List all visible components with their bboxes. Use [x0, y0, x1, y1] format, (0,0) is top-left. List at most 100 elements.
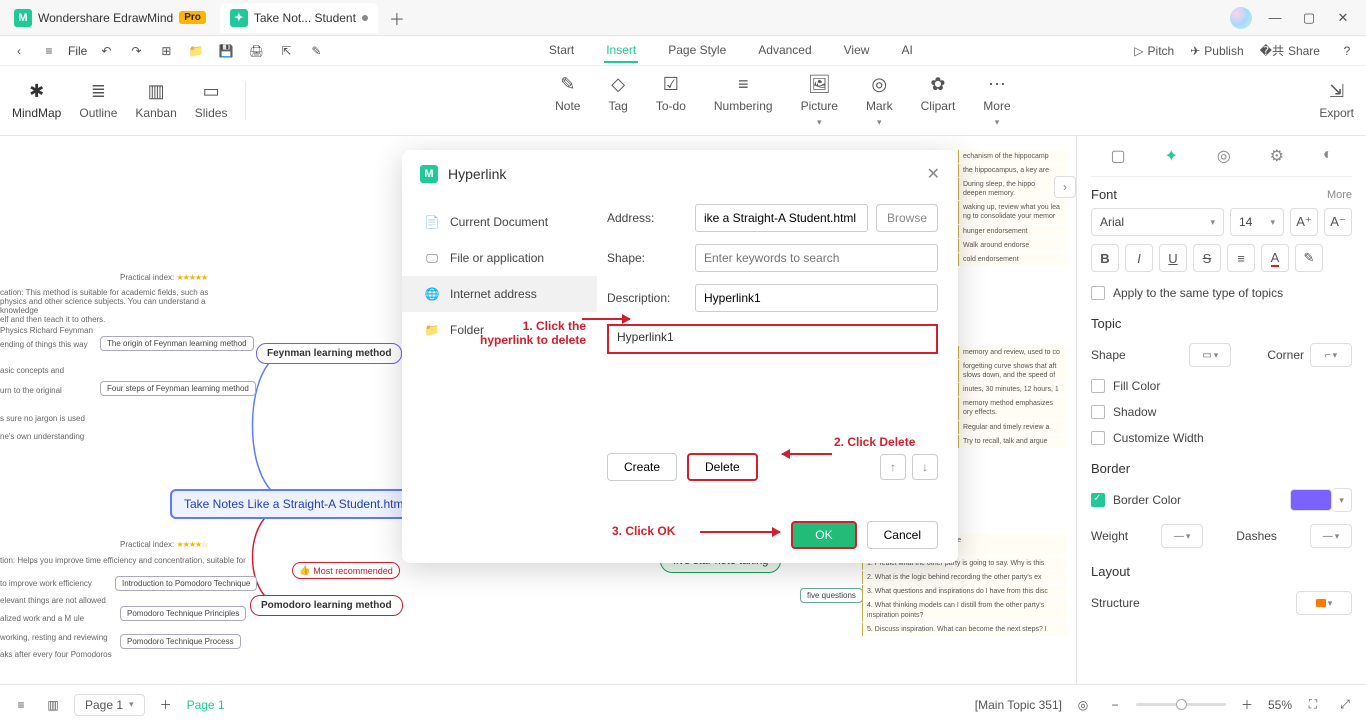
- tab-advanced[interactable]: Advanced: [756, 39, 813, 63]
- pomodoro-right-0[interactable]: Introduction to Pomodoro Technique: [115, 576, 257, 591]
- minimize-button[interactable]: —: [1264, 10, 1286, 25]
- fill-color-checkbox[interactable]: Fill Color: [1091, 373, 1352, 399]
- corner-select[interactable]: ⌐ ▾: [1310, 343, 1352, 367]
- pomodoro-right-1[interactable]: Pomodoro Technique Principles: [120, 606, 246, 621]
- publish-button[interactable]: ✈Publish: [1190, 44, 1243, 58]
- insert-numbering[interactable]: ≡Numbering: [714, 74, 773, 128]
- border-color-checkbox[interactable]: [1091, 493, 1105, 507]
- zoom-out-button[interactable]: −: [1104, 694, 1126, 716]
- pomodoro-right-2[interactable]: Pomodoro Technique Process: [120, 634, 241, 649]
- export-quick-button[interactable]: ⇱: [275, 40, 297, 62]
- edit-button[interactable]: ✎: [305, 40, 327, 62]
- insert-more[interactable]: ⋯More▾: [983, 74, 1010, 128]
- color-dropdown[interactable]: ▾: [1332, 488, 1352, 512]
- font-more-link[interactable]: More: [1327, 189, 1352, 201]
- apply-same-checkbox[interactable]: Apply to the same type of topics: [1091, 280, 1352, 306]
- rtab-clock-icon[interactable]: ◐: [1323, 146, 1333, 166]
- menu-icon[interactable]: ≡: [38, 40, 60, 62]
- shape-input[interactable]: [695, 244, 938, 272]
- save-button[interactable]: 💾: [215, 40, 237, 62]
- underline-button[interactable]: U: [1159, 244, 1187, 272]
- rtab-topic-icon[interactable]: ▢: [1110, 146, 1125, 166]
- rtab-settings-icon[interactable]: ⚙: [1270, 146, 1284, 166]
- page-selector[interactable]: Page 1▾: [74, 694, 145, 716]
- border-color-swatch[interactable]: [1290, 489, 1332, 511]
- move-up-button[interactable]: ↑: [880, 454, 906, 480]
- create-button[interactable]: Create: [607, 453, 677, 481]
- zoom-slider[interactable]: [1136, 703, 1226, 706]
- redo-button[interactable]: ↷: [125, 40, 147, 62]
- dashes-select[interactable]: — ▾: [1310, 524, 1352, 548]
- tab-ai[interactable]: AI: [899, 39, 914, 63]
- highlight-button[interactable]: ✎: [1295, 244, 1323, 272]
- side-internet-address[interactable]: 🌐Internet address: [402, 276, 597, 312]
- node-feynman[interactable]: Feynman learning method: [256, 343, 402, 364]
- insert-note[interactable]: ✎Note: [555, 74, 580, 128]
- insert-tag[interactable]: ◇Tag: [608, 74, 627, 128]
- node-pomodoro[interactable]: Pomodoro learning method: [250, 595, 403, 616]
- rtab-theme-icon[interactable]: ◎: [1217, 146, 1231, 166]
- user-avatar[interactable]: [1230, 7, 1252, 29]
- zoom-in-button[interactable]: ＋: [1236, 694, 1258, 716]
- font-family-select[interactable]: Arial▾: [1091, 208, 1224, 236]
- zoom-thumb[interactable]: [1176, 699, 1187, 710]
- description-input[interactable]: [695, 284, 938, 312]
- fullscreen-button[interactable]: ⤢: [1334, 694, 1356, 716]
- new-button[interactable]: ⊞: [155, 40, 177, 62]
- font-shrink-button[interactable]: A⁻: [1324, 208, 1352, 236]
- add-page-button[interactable]: ＋: [155, 694, 177, 716]
- feynman-right-0[interactable]: The origin of Feynman learning method: [100, 336, 254, 351]
- font-size-select[interactable]: 14▾: [1230, 208, 1284, 236]
- font-grow-button[interactable]: A⁺: [1290, 208, 1318, 236]
- weight-select[interactable]: — ▾: [1161, 524, 1203, 548]
- delete-button[interactable]: Delete: [687, 453, 758, 481]
- app-tab[interactable]: M Wondershare EdrawMind Pro: [4, 3, 216, 33]
- view-mindmap[interactable]: ✱MindMap: [12, 81, 61, 120]
- node-main-topic[interactable]: Take Notes Like a Straight-A Student.htm…: [170, 489, 439, 519]
- bold-button[interactable]: B: [1091, 244, 1119, 272]
- cancel-button[interactable]: Cancel: [867, 521, 938, 549]
- fit-button[interactable]: ⛶: [1302, 694, 1324, 716]
- custom-width-checkbox[interactable]: Customize Width: [1091, 425, 1352, 451]
- feynman-right-1[interactable]: Four steps of Feynman learning method: [100, 381, 256, 396]
- address-input[interactable]: [695, 204, 868, 232]
- panel-toggle-icon[interactable]: ▥: [42, 694, 64, 716]
- dialog-close-button[interactable]: ✕: [927, 164, 940, 184]
- view-slides[interactable]: ▭Slides: [195, 81, 228, 120]
- insert-mark[interactable]: ◎Mark▾: [866, 74, 893, 128]
- insert-picture[interactable]: 🖼Picture▾: [801, 74, 838, 128]
- strike-button[interactable]: S: [1193, 244, 1221, 272]
- outline-toggle-icon[interactable]: ≡: [10, 694, 32, 716]
- tab-insert[interactable]: Insert: [604, 39, 638, 63]
- tab-start[interactable]: Start: [547, 39, 576, 63]
- side-file-application[interactable]: 🖵File or application: [402, 240, 597, 276]
- structure-select[interactable]: ▾: [1296, 591, 1352, 615]
- panel-collapse-button[interactable]: ›: [1054, 176, 1076, 198]
- view-outline[interactable]: ≣Outline: [79, 81, 117, 120]
- shadow-checkbox[interactable]: Shadow: [1091, 399, 1352, 425]
- help-button[interactable]: ?: [1336, 40, 1358, 62]
- italic-button[interactable]: I: [1125, 244, 1153, 272]
- maximize-button[interactable]: ▢: [1298, 10, 1320, 26]
- side-current-document[interactable]: 📄Current Document: [402, 204, 597, 240]
- align-button[interactable]: ≡: [1227, 244, 1255, 272]
- tab-page-style[interactable]: Page Style: [666, 39, 728, 63]
- file-menu[interactable]: File: [68, 44, 87, 58]
- pitch-button[interactable]: ▷Pitch: [1134, 44, 1174, 58]
- active-page-indicator[interactable]: Page 1: [187, 698, 225, 712]
- open-button[interactable]: 📁: [185, 40, 207, 62]
- new-tab-button[interactable]: ＋: [382, 3, 412, 33]
- insert-todo[interactable]: ☑To-do: [656, 74, 686, 128]
- shape-select[interactable]: ▭ ▾: [1189, 343, 1231, 367]
- tab-view[interactable]: View: [842, 39, 872, 63]
- font-color-button[interactable]: A: [1261, 244, 1289, 272]
- rtab-style-icon[interactable]: ✦: [1164, 146, 1177, 166]
- back-button[interactable]: ‹: [8, 40, 30, 62]
- print-button[interactable]: 🖨: [245, 40, 267, 62]
- export-button[interactable]: ⇲Export: [1319, 81, 1354, 120]
- ok-button[interactable]: OK: [791, 521, 856, 549]
- insert-clipart[interactable]: ✿Clipart: [921, 74, 956, 128]
- view-kanban[interactable]: ▥Kanban: [135, 81, 176, 120]
- browse-button[interactable]: Browse: [876, 204, 938, 232]
- node-five-questions[interactable]: five questions: [800, 588, 863, 603]
